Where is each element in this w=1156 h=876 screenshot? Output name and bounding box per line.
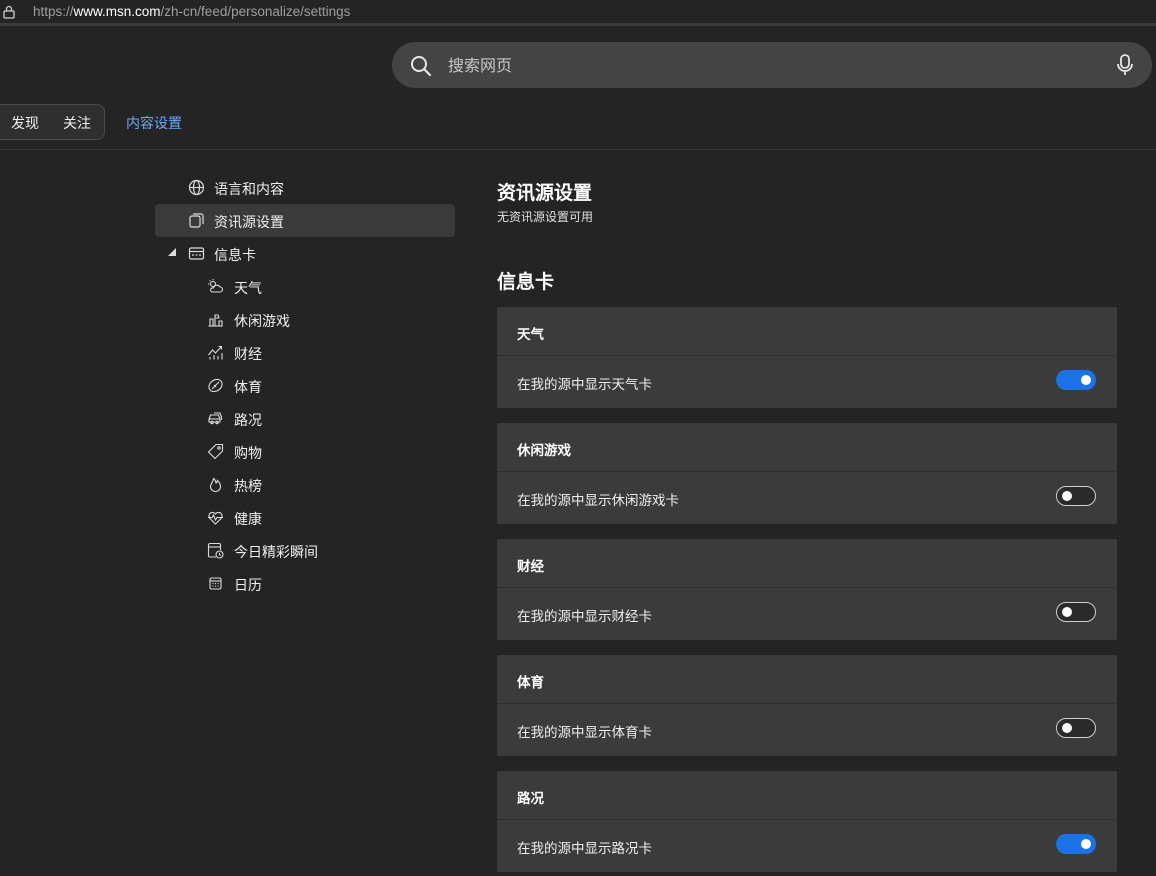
sidebar-item-language[interactable]: 语言和内容 <box>155 171 455 204</box>
sports-toggle[interactable] <box>1056 718 1096 738</box>
sidebar-item-calendar[interactable]: 日历 <box>155 567 455 600</box>
finance-icon <box>208 345 223 360</box>
card-title: 财经 <box>517 559 544 575</box>
trending-flame-icon <box>209 477 222 493</box>
sidebar-item-label: 财经 <box>234 347 262 363</box>
finance-toggle[interactable] <box>1056 602 1096 622</box>
card-title: 路况 <box>517 791 544 807</box>
games-card-setting: 休闲游戏 在我的源中显示休闲游戏卡 <box>497 423 1117 524</box>
sidebar-item-label: 信息卡 <box>214 248 256 264</box>
collapse-caret-icon[interactable] <box>168 248 176 256</box>
microphone-icon[interactable] <box>1114 53 1136 77</box>
sidebar-item-shopping[interactable]: 购物 <box>155 435 455 468</box>
sidebar-item-label: 资讯源设置 <box>214 215 284 231</box>
toggle-knob <box>1062 723 1072 733</box>
feed-settings-title: 资讯源设置 <box>497 182 593 204</box>
traffic-icon <box>208 412 223 425</box>
search-input[interactable] <box>448 50 1088 80</box>
card-divider <box>497 703 1117 704</box>
sidebar-item-games[interactable]: 休闲游戏 <box>155 303 455 336</box>
sidebar-item-moments[interactable]: 今日精彩瞬间 <box>155 534 455 567</box>
tab-following[interactable]: 关注 <box>63 113 91 133</box>
toggle-knob <box>1081 375 1091 385</box>
card-divider <box>497 819 1117 820</box>
games-icon <box>208 314 223 327</box>
calendar-icon <box>209 577 222 590</box>
feed-settings-subtitle: 无资讯源设置可用 <box>497 210 594 224</box>
sidebar-item-label: 体育 <box>234 380 262 396</box>
sidebar-item-label: 路况 <box>234 413 262 429</box>
sidebar-item-trending[interactable]: 热榜 <box>155 468 455 501</box>
card-row-label: 在我的源中显示休闲游戏卡 <box>517 493 679 509</box>
sidebar-item-finance[interactable]: 财经 <box>155 336 455 369</box>
sidebar-item-weather[interactable]: 天气 <box>155 270 455 303</box>
weather-icon <box>208 279 224 293</box>
tab-content-settings[interactable]: 内容设置 <box>126 113 182 133</box>
sidebar-item-info-cards[interactable]: 信息卡 <box>155 237 455 270</box>
traffic-toggle[interactable] <box>1056 834 1096 854</box>
card-divider <box>497 355 1117 356</box>
sidebar-item-traffic[interactable]: 路况 <box>155 402 455 435</box>
address-bar[interactable]: https://www.msn.com/zh-cn/feed/personali… <box>0 0 1156 26</box>
card-row-label: 在我的源中显示路况卡 <box>517 841 652 857</box>
card-title: 体育 <box>517 675 544 691</box>
sidebar-item-label: 语言和内容 <box>214 182 284 198</box>
games-toggle[interactable] <box>1056 486 1096 506</box>
sidebar-item-label: 日历 <box>234 578 262 594</box>
url-text: https://www.msn.com/zh-cn/feed/personali… <box>33 4 351 19</box>
sidebar-item-sports[interactable]: 体育 <box>155 369 455 402</box>
toggle-knob <box>1081 839 1091 849</box>
weather-toggle[interactable] <box>1056 370 1096 390</box>
search-box <box>392 42 1152 88</box>
traffic-card-setting: 路况 在我的源中显示路况卡 <box>497 771 1117 872</box>
sidebar-item-label: 休闲游戏 <box>234 314 290 330</box>
sidebar-item-health[interactable]: 健康 <box>155 501 455 534</box>
finance-card-setting: 财经 在我的源中显示财经卡 <box>497 539 1117 640</box>
card-divider <box>497 471 1117 472</box>
card-row-label: 在我的源中显示体育卡 <box>517 725 652 741</box>
search-icon[interactable] <box>410 55 432 77</box>
card-row-label: 在我的源中显示财经卡 <box>517 609 652 625</box>
sidebar-item-label: 天气 <box>234 281 262 297</box>
card-title: 休闲游戏 <box>517 443 571 459</box>
lock-icon <box>3 5 15 19</box>
tab-discover[interactable]: 发现 <box>11 113 39 133</box>
sidebar-item-label: 热榜 <box>234 479 262 495</box>
card-divider <box>497 587 1117 588</box>
card-title: 天气 <box>517 327 544 343</box>
card-icon <box>188 247 205 260</box>
info-cards-title: 信息卡 <box>497 271 555 293</box>
sidebar-item-label: 健康 <box>234 512 262 528</box>
card-row-label: 在我的源中显示天气卡 <box>517 377 652 393</box>
toggle-knob <box>1062 491 1072 501</box>
weather-card-setting: 天气 在我的源中显示天气卡 <box>497 307 1117 408</box>
sports-icon <box>208 378 223 393</box>
globe-icon <box>188 179 205 196</box>
toggle-knob <box>1062 607 1072 617</box>
header-divider <box>0 149 1156 150</box>
sidebar-item-feed-settings[interactable]: 资讯源设置 <box>155 204 455 237</box>
sports-card-setting: 体育 在我的源中显示体育卡 <box>497 655 1117 756</box>
shopping-tag-icon <box>207 443 224 460</box>
sidebar-item-label: 今日精彩瞬间 <box>234 545 318 561</box>
moments-icon <box>207 542 224 559</box>
pages-icon <box>189 213 204 228</box>
health-heart-icon <box>208 511 223 525</box>
sidebar-item-label: 购物 <box>234 446 262 462</box>
